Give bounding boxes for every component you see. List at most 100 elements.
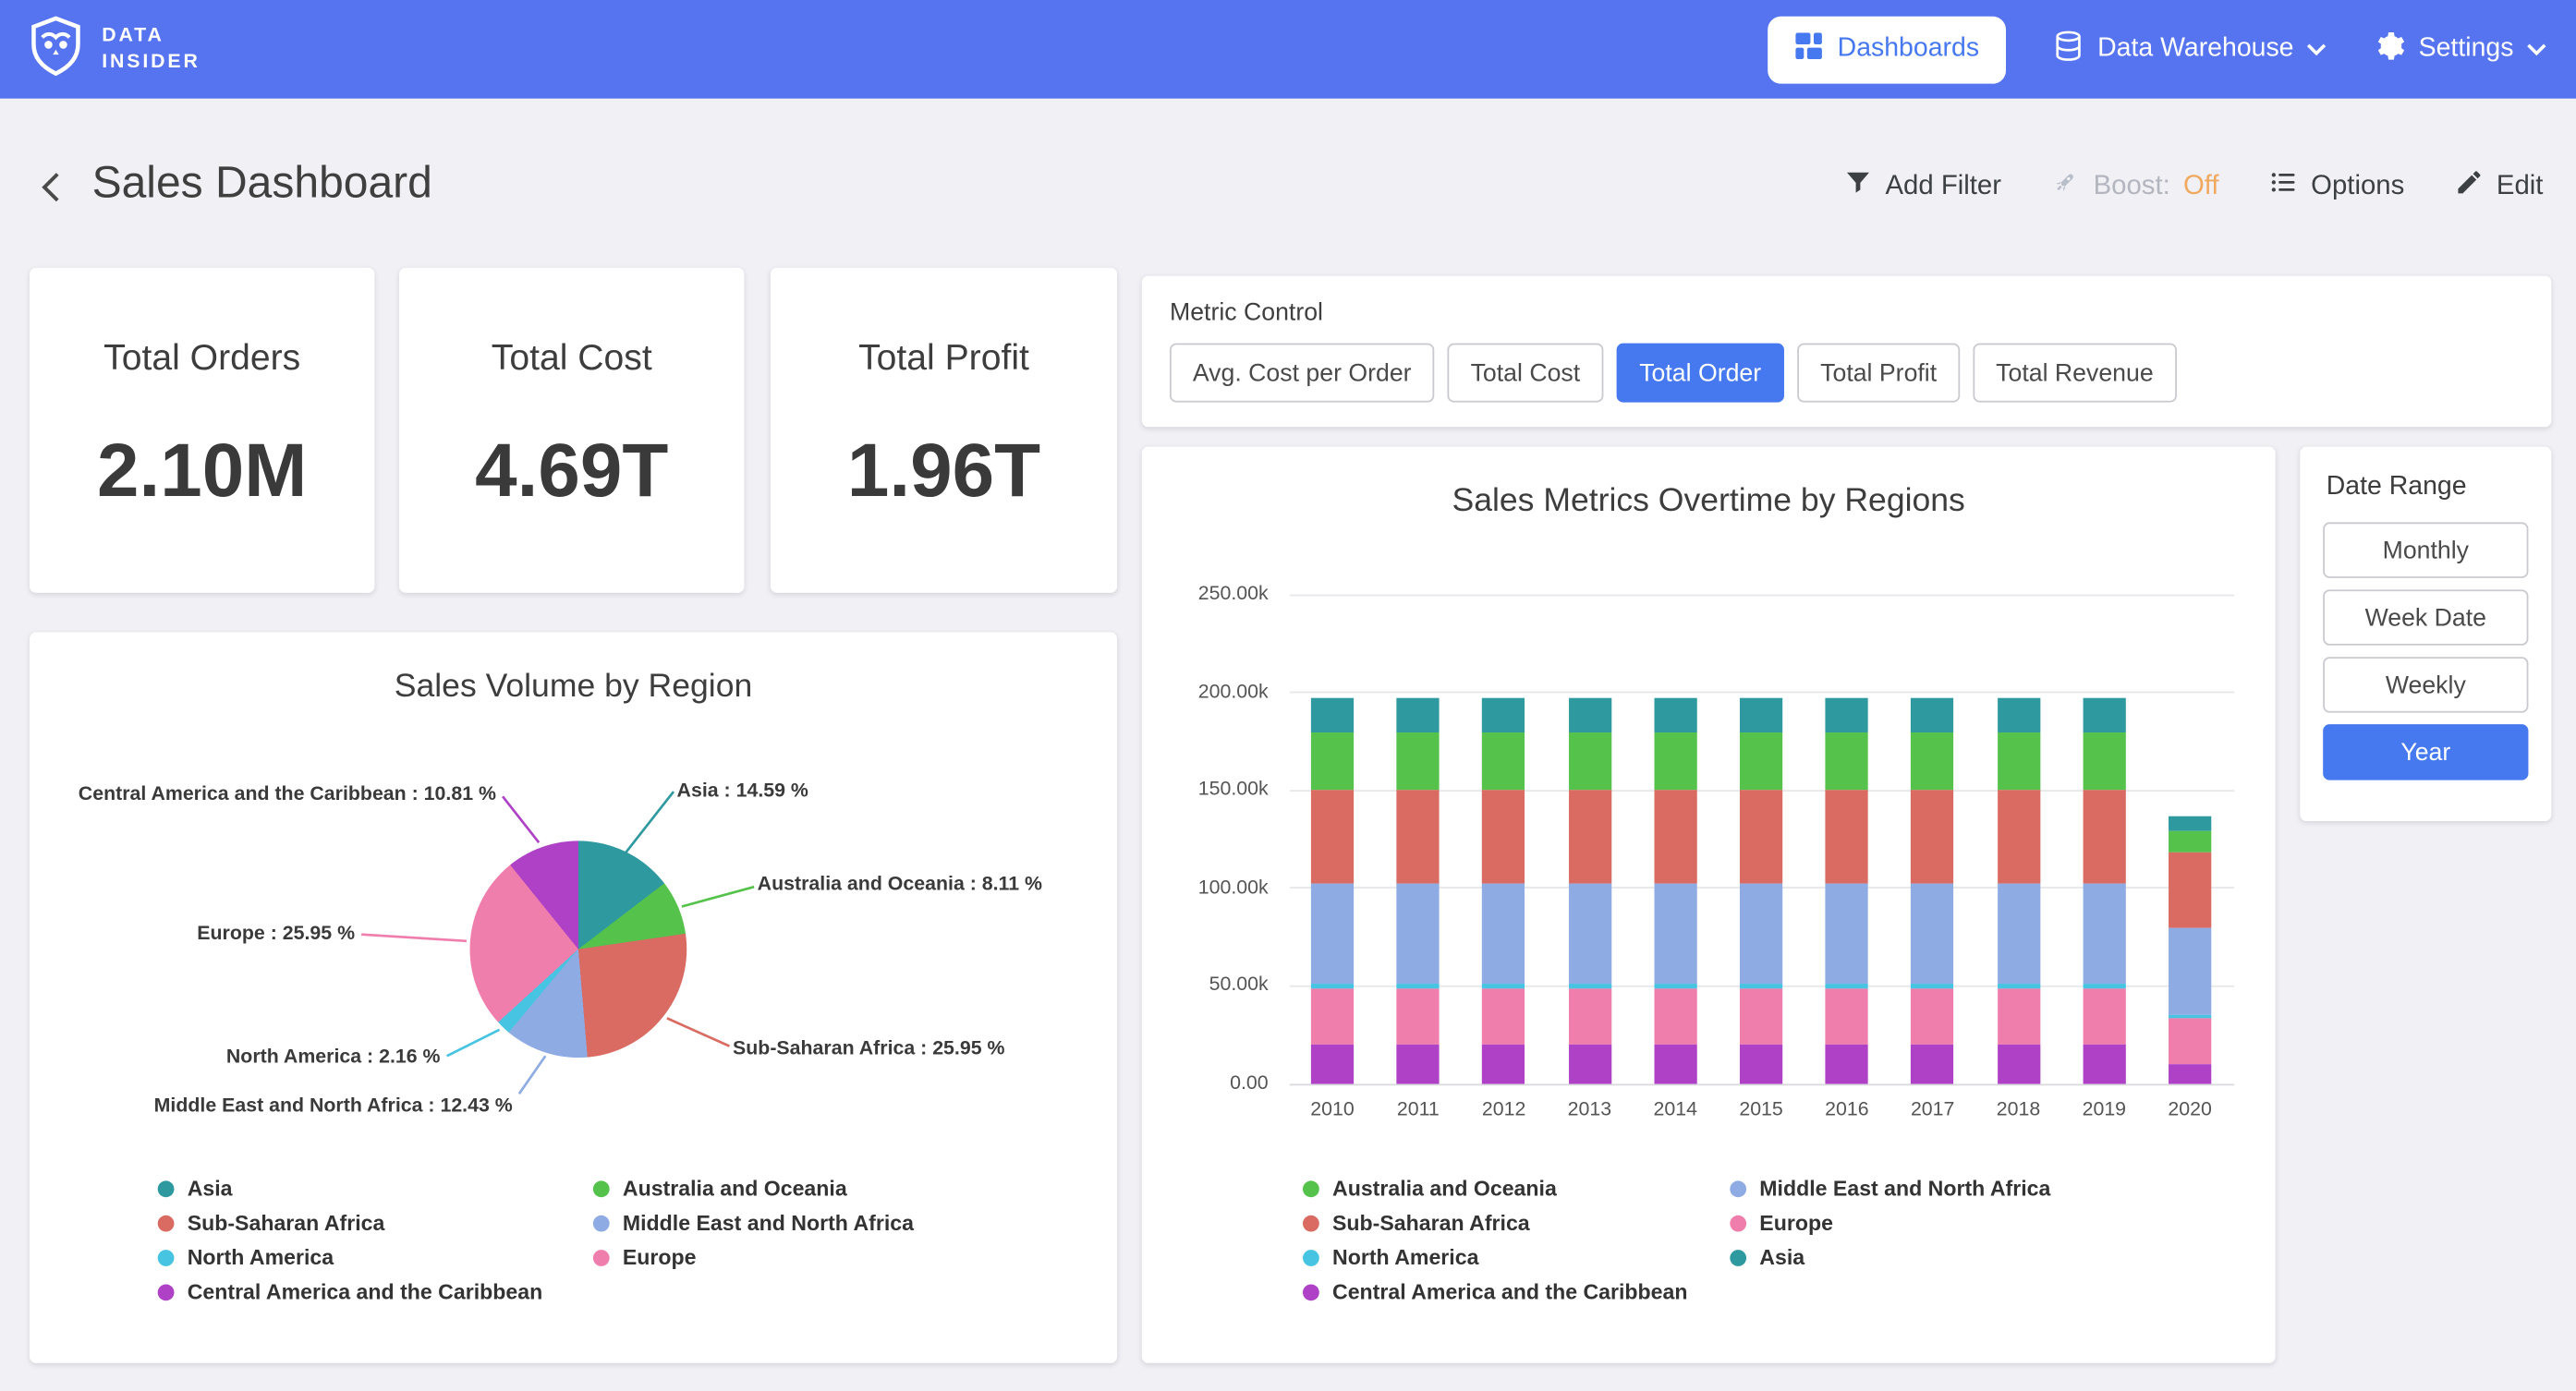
brand-logo[interactable]: DATA INSIDER bbox=[26, 12, 200, 86]
bar-segment-central-america-and-the-caribbean bbox=[2083, 1045, 2125, 1083]
legend-label: Middle East and North Africa bbox=[623, 1210, 914, 1235]
bar-segment-sub-saharan-africa bbox=[1568, 791, 1610, 885]
bar-segment-australia-and-oceania bbox=[1568, 698, 1610, 732]
x-axis-tick-label: 2018 bbox=[1975, 1097, 2060, 1120]
bar-segment-middle-east-and-north-africa bbox=[1483, 732, 1525, 791]
nav-settings-button[interactable]: Settings bbox=[2373, 29, 2546, 69]
y-axis-tick-label: 100.00k bbox=[1150, 875, 1269, 898]
bar-segment-sub-saharan-africa bbox=[1654, 791, 1696, 885]
pie-slice-label: Sub-Saharan Africa : 25.95 % bbox=[733, 1036, 1004, 1059]
bar-segment-europe bbox=[1740, 884, 1782, 984]
bar-segment-australia-and-oceania bbox=[1483, 698, 1525, 732]
y-axis-tick-label: 200.00k bbox=[1150, 679, 1269, 702]
metric-option-total-order[interactable]: Total Order bbox=[1616, 344, 1784, 403]
legend-dot bbox=[1730, 1180, 1746, 1197]
legend-dot bbox=[158, 1215, 175, 1231]
metric-option-avg-cost-per-order[interactable]: Avg. Cost per Order bbox=[1170, 344, 1434, 403]
metric-option-total-profit[interactable]: Total Profit bbox=[1797, 344, 1960, 403]
legend-label: Sub-Saharan Africa bbox=[188, 1210, 385, 1235]
bar-segment-europe bbox=[1997, 884, 2039, 984]
bar-segment-europe bbox=[1311, 884, 1354, 984]
back-button[interactable] bbox=[33, 167, 73, 207]
bar-chart-card: Sales Metrics Overtime by Regions 0.0050… bbox=[1142, 447, 2276, 1363]
date-range-option-monthly[interactable]: Monthly bbox=[2323, 522, 2528, 577]
nav-data-warehouse-button[interactable]: Data Warehouse bbox=[2051, 29, 2327, 69]
bar-segment-australia-and-oceania bbox=[1826, 698, 1868, 732]
bar-stack-2017 bbox=[1912, 698, 1954, 1083]
nav-data-warehouse-label: Data Warehouse bbox=[2097, 34, 2293, 64]
pie-slice-label: Asia : 14.59 % bbox=[677, 779, 808, 802]
rocket-icon bbox=[2050, 167, 2080, 205]
bar-segment-sub-saharan-africa bbox=[1483, 791, 1525, 885]
bar-segment-sub-saharan-africa bbox=[1826, 791, 1868, 885]
bar-segment-europe bbox=[1397, 884, 1440, 984]
bar-segment-europe bbox=[1483, 884, 1525, 984]
legend-dot bbox=[1303, 1180, 1319, 1197]
chevron-down-icon bbox=[2307, 34, 2327, 64]
legend-item-central-america-and-the-caribbean: Central America and the Caribbean bbox=[1303, 1275, 1688, 1309]
bar-plot-area bbox=[1290, 595, 2234, 1084]
date-range-option-year[interactable]: Year bbox=[2323, 724, 2528, 780]
bar-segment-asia bbox=[1654, 988, 1696, 1045]
x-axis-tick-label: 2013 bbox=[1547, 1097, 1632, 1120]
pie-chart-title: Sales Volume by Region bbox=[30, 669, 1117, 707]
legend-dot bbox=[1730, 1215, 1746, 1231]
pie-chart-card: Sales Volume by Region Asia : 14.59 % Au… bbox=[30, 633, 1117, 1363]
bar-segment-sub-saharan-africa bbox=[1311, 791, 1354, 885]
bar-segment-middle-east-and-north-africa bbox=[1740, 732, 1782, 791]
legend-dot bbox=[1730, 1249, 1746, 1265]
bar-segment-middle-east-and-north-africa bbox=[1997, 732, 2039, 791]
add-filter-button[interactable]: Add Filter bbox=[1842, 167, 2001, 205]
bar-segment-middle-east-and-north-africa bbox=[1654, 732, 1696, 791]
bar-legend-column-1: Australia and OceaniaSub-Saharan AfricaN… bbox=[1303, 1171, 1688, 1309]
legend-label: Central America and the Caribbean bbox=[188, 1279, 543, 1304]
nav-settings-label: Settings bbox=[2419, 34, 2514, 64]
metric-option-total-cost[interactable]: Total Cost bbox=[1448, 344, 1603, 403]
gridline bbox=[1290, 594, 2234, 596]
date-range-option-weekly[interactable]: Weekly bbox=[2323, 657, 2528, 712]
bar-segment-central-america-and-the-caribbean bbox=[1568, 1045, 1610, 1083]
legend-dot bbox=[158, 1180, 175, 1197]
top-nav: DATA INSIDER Dashboards bbox=[0, 0, 2576, 99]
bar-segment-australia-and-oceania bbox=[1997, 698, 2039, 732]
bar-segment-australia-and-oceania bbox=[1912, 698, 1954, 732]
kpi-value: 1.96T bbox=[771, 426, 1117, 514]
legend-label: Asia bbox=[188, 1176, 233, 1201]
bar-segment-central-america-and-the-caribbean bbox=[1483, 1045, 1525, 1083]
bar-segment-middle-east-and-north-africa bbox=[1826, 732, 1868, 791]
kpi-card-total-cost: Total Cost 4.69T bbox=[399, 268, 744, 593]
edit-button[interactable]: Edit bbox=[2454, 167, 2544, 205]
nav-dashboards-button[interactable]: Dashboards bbox=[1768, 16, 2006, 83]
pencil-icon bbox=[2454, 167, 2484, 205]
legend-item-sub-saharan-africa: Sub-Saharan Africa bbox=[158, 1205, 543, 1240]
bar-segment-central-america-and-the-caribbean bbox=[1826, 1045, 1868, 1083]
bar-segment-europe bbox=[1568, 884, 1610, 984]
dashboards-grid-icon bbox=[1794, 30, 1824, 68]
bar-segment-middle-east-and-north-africa bbox=[1912, 732, 1954, 791]
pie-slice-label: Europe : 25.95 % bbox=[197, 921, 355, 944]
bar-segment-australia-and-oceania bbox=[2169, 816, 2211, 831]
bar-stack-2020 bbox=[2169, 816, 2211, 1083]
date-range-option-week-date[interactable]: Week Date bbox=[2323, 589, 2528, 645]
options-button[interactable]: Options bbox=[2268, 167, 2404, 205]
page-header: Sales Dashboard Add Filter bbox=[0, 99, 2576, 272]
bar-stack-2014 bbox=[1654, 698, 1696, 1083]
bar-segment-middle-east-and-north-africa bbox=[1568, 732, 1610, 791]
boost-toggle[interactable]: Boost: Off bbox=[2050, 167, 2218, 205]
legend-item-asia: Asia bbox=[158, 1171, 543, 1205]
bar-segment-australia-and-oceania bbox=[1311, 698, 1354, 732]
metric-control-label: Metric Control bbox=[1170, 299, 1323, 327]
legend-item-australia-and-oceania: Australia and Oceania bbox=[1303, 1171, 1688, 1205]
pie-chart bbox=[470, 841, 687, 1058]
legend-item-north-america: North America bbox=[158, 1240, 543, 1274]
metric-option-total-revenue[interactable]: Total Revenue bbox=[1973, 344, 2176, 403]
bar-segment-asia bbox=[1740, 988, 1782, 1045]
y-axis-tick-label: 50.00k bbox=[1150, 973, 1269, 996]
add-filter-label: Add Filter bbox=[1885, 171, 2001, 202]
pie-slice-label: Central America and the Caribbean : 10.8… bbox=[79, 781, 496, 804]
metric-control-card: Metric Control Avg. Cost per OrderTotal … bbox=[1142, 276, 2552, 428]
bar-segment-europe bbox=[1826, 884, 1868, 984]
bar-stack-2015 bbox=[1740, 698, 1782, 1083]
legend-item-europe: Europe bbox=[593, 1240, 914, 1274]
owl-logo-icon bbox=[26, 12, 85, 86]
